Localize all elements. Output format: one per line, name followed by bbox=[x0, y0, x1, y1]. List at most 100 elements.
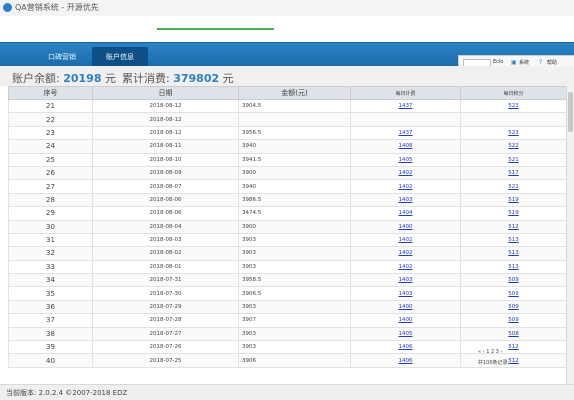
cell-a[interactable]: 1402 bbox=[350, 179, 461, 194]
cell-b[interactable]: 509 bbox=[460, 299, 566, 315]
cell-a[interactable]: 1400 bbox=[350, 219, 461, 234]
cell-a-link[interactable]: 1437 bbox=[399, 103, 413, 109]
system-icon[interactable]: ▣ bbox=[511, 59, 517, 66]
cell-b[interactable]: 521 bbox=[460, 179, 566, 194]
cell-b-link[interactable]: 513 bbox=[508, 264, 519, 270]
cell-a[interactable]: 1406 bbox=[350, 353, 461, 368]
cell-b-link[interactable]: 509 bbox=[508, 304, 519, 310]
cell-b[interactable]: 519 bbox=[460, 192, 566, 208]
tab-reputation-marketing[interactable]: 口碑营销 bbox=[36, 47, 88, 67]
table-row: 24 2018-08-11 3940 1408 522 bbox=[8, 139, 566, 154]
cell-seq: 23 bbox=[8, 125, 93, 141]
cell-b-link[interactable]: 521 bbox=[508, 184, 519, 190]
cell-b[interactable]: 523 bbox=[460, 98, 566, 114]
cell-a-link[interactable]: 1404 bbox=[399, 210, 413, 216]
cell-a-link[interactable]: 1406 bbox=[399, 344, 413, 350]
tab-account-info[interactable]: 账户信息 bbox=[92, 47, 148, 67]
cell-a-link[interactable]: 1405 bbox=[399, 157, 413, 163]
cell-a-link[interactable]: 1402 bbox=[399, 184, 413, 190]
cell-a[interactable]: 1403 bbox=[350, 192, 461, 208]
cell-b[interactable]: 509 bbox=[460, 313, 566, 328]
cell-a[interactable] bbox=[350, 112, 461, 127]
cell-b-link[interactable]: 519 bbox=[508, 210, 519, 216]
toolbar-help[interactable]: 帮助 bbox=[547, 59, 557, 66]
cell-a-link[interactable]: 1403 bbox=[399, 277, 413, 283]
cell-date: 2018-07-28 bbox=[92, 313, 239, 328]
cell-b-link[interactable]: 522 bbox=[508, 143, 519, 149]
cell-a[interactable]: 1437 bbox=[350, 125, 461, 141]
cell-b[interactable]: 508 bbox=[460, 326, 566, 342]
cell-b[interactable]: 509 bbox=[460, 286, 566, 301]
cell-a-link[interactable]: 1400 bbox=[399, 304, 413, 310]
balance-unit: 元 bbox=[105, 72, 116, 85]
status-bar: 当前版本: 2.0.2.4 ©2007-2018 EDZ bbox=[0, 384, 574, 400]
cell-date: 2018-08-10 bbox=[92, 152, 239, 167]
cell-b[interactable]: 522 bbox=[460, 139, 566, 154]
version-text: 当前版本: 2.0.2.4 ©2007-2018 EDZ bbox=[6, 389, 128, 397]
cell-b-link[interactable]: 509 bbox=[508, 291, 519, 297]
cell-a-link[interactable]: 1402 bbox=[399, 237, 413, 243]
scrollbar-thumb[interactable] bbox=[568, 92, 573, 132]
cell-amount: 3900 bbox=[238, 165, 351, 181]
cell-date: 2018-08-07 bbox=[92, 179, 239, 194]
cell-seq: 32 bbox=[8, 246, 93, 261]
cell-b[interactable]: 509 bbox=[460, 273, 566, 288]
cell-b-link[interactable]: 521 bbox=[508, 157, 519, 163]
cell-b-link[interactable]: 512 bbox=[508, 224, 519, 230]
cell-b[interactable]: 513 bbox=[460, 259, 566, 275]
cell-a-link[interactable]: 1403 bbox=[399, 197, 413, 203]
cell-a[interactable]: 1405 bbox=[350, 152, 461, 167]
cell-b-link[interactable]: 508 bbox=[508, 331, 519, 337]
cell-a[interactable]: 1403 bbox=[350, 273, 461, 288]
cell-a-link[interactable]: 1403 bbox=[399, 291, 413, 297]
cell-date: 2018-08-01 bbox=[92, 259, 239, 275]
pager: « ‹ 1 2 3 › 共100条记录 bbox=[478, 347, 570, 377]
cell-b-link[interactable]: 513 bbox=[508, 250, 519, 256]
cell-amount: 3903 bbox=[238, 259, 351, 275]
cell-a-link[interactable]: 1405 bbox=[399, 331, 413, 337]
cell-a-link[interactable]: 1408 bbox=[399, 143, 413, 149]
cell-a[interactable]: 1405 bbox=[350, 326, 461, 342]
help-icon[interactable]: ? bbox=[539, 59, 542, 66]
cell-a-link[interactable]: 1400 bbox=[399, 317, 413, 323]
cell-a[interactable]: 1402 bbox=[350, 165, 461, 181]
cell-a-link[interactable]: 1402 bbox=[399, 264, 413, 270]
cell-a[interactable]: 1402 bbox=[350, 232, 461, 248]
cell-a-link[interactable]: 1406 bbox=[399, 358, 413, 364]
cell-a[interactable]: 1402 bbox=[350, 246, 461, 261]
cell-a[interactable]: 1408 bbox=[350, 139, 461, 154]
cell-a[interactable]: 1404 bbox=[350, 206, 461, 221]
cell-a-link[interactable]: 1402 bbox=[399, 170, 413, 176]
cell-b[interactable]: 517 bbox=[460, 165, 566, 181]
cell-b[interactable] bbox=[460, 112, 566, 127]
table-row: 36 2018-07-29 3903 1400 509 bbox=[8, 299, 566, 315]
toolbar-system[interactable]: 系统 bbox=[519, 59, 529, 66]
cell-b[interactable]: 513 bbox=[460, 232, 566, 248]
cell-b-link[interactable]: 517 bbox=[508, 170, 519, 176]
cell-a[interactable]: 1400 bbox=[350, 313, 461, 328]
cell-a-link[interactable]: 1400 bbox=[399, 224, 413, 230]
cell-a-link[interactable]: 1437 bbox=[399, 130, 413, 136]
cell-b-link[interactable]: 509 bbox=[508, 317, 519, 323]
vertical-scrollbar[interactable] bbox=[566, 86, 574, 384]
cell-a-link[interactable]: 1402 bbox=[399, 250, 413, 256]
pager-nav[interactable]: « ‹ 1 2 3 › bbox=[478, 349, 503, 355]
cell-b[interactable]: 513 bbox=[460, 246, 566, 261]
cell-b[interactable]: 523 bbox=[460, 125, 566, 141]
cell-b[interactable]: 519 bbox=[460, 206, 566, 221]
cell-b-link[interactable]: 523 bbox=[508, 103, 519, 109]
cell-b[interactable]: 512 bbox=[460, 219, 566, 234]
cell-b-link[interactable]: 519 bbox=[508, 197, 519, 203]
cell-b[interactable]: 521 bbox=[460, 152, 566, 167]
cell-a[interactable]: 1437 bbox=[350, 98, 461, 114]
cell-a[interactable]: 1403 bbox=[350, 286, 461, 301]
col-header-seq: 序号 bbox=[8, 86, 93, 100]
table-row: 37 2018-07-28 3907 1400 509 bbox=[8, 313, 566, 328]
top-gap bbox=[0, 16, 574, 42]
cell-a[interactable]: 1406 bbox=[350, 340, 461, 355]
cell-b-link[interactable]: 513 bbox=[508, 237, 519, 243]
cell-a[interactable]: 1400 bbox=[350, 299, 461, 315]
cell-a[interactable]: 1402 bbox=[350, 259, 461, 275]
cell-b-link[interactable]: 509 bbox=[508, 277, 519, 283]
cell-b-link[interactable]: 523 bbox=[508, 130, 519, 136]
